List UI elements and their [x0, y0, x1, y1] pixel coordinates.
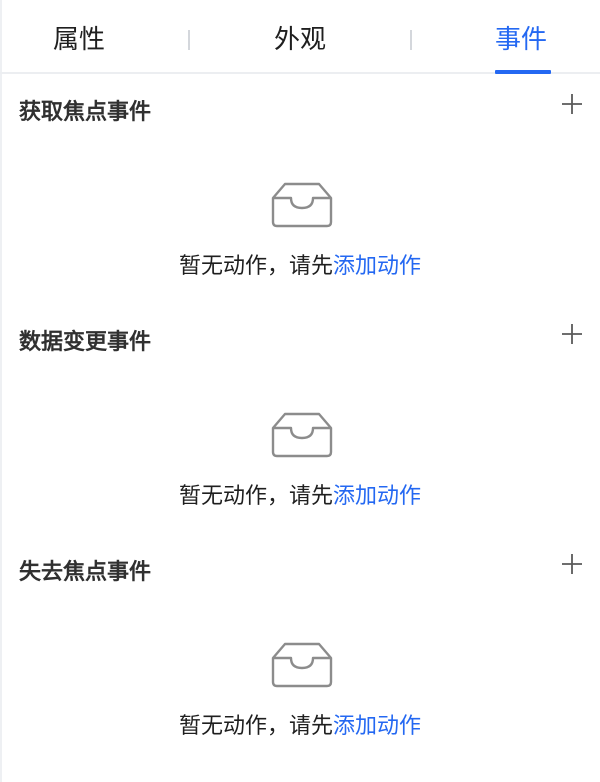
- tab-bar: 属性 外观 事件: [0, 0, 600, 74]
- add-action-button[interactable]: [560, 92, 584, 116]
- tab-divider: [410, 30, 412, 50]
- plus-icon: [562, 94, 582, 114]
- tab-properties[interactable]: 属性: [53, 0, 105, 74]
- add-action-link[interactable]: 添加动作: [333, 254, 421, 279]
- inbox-icon: [271, 182, 333, 228]
- empty-state-message: 暂无动作，请先添加动作: [0, 708, 600, 740]
- add-action-link[interactable]: 添加动作: [333, 714, 421, 739]
- add-action-button[interactable]: [560, 552, 584, 576]
- section-title: 失去焦点事件: [19, 560, 152, 585]
- plus-icon: [562, 554, 582, 574]
- add-action-button[interactable]: [560, 322, 584, 346]
- inbox-icon: [271, 412, 333, 458]
- empty-text: 暂无动作，请先: [178, 714, 333, 739]
- empty-text: 暂无动作，请先: [178, 484, 333, 509]
- empty-text: 暂无动作，请先: [178, 254, 333, 279]
- section-title: 获取焦点事件: [19, 100, 152, 125]
- active-tab-indicator: [495, 70, 551, 74]
- event-section-blur: 失去焦点事件 暂无动作，请先添加动作: [0, 536, 600, 766]
- event-config-panel: 属性 外观 事件 获取焦点事件 暂无动作，请先添加动作 数据变更事件 暂无动作，…: [0, 0, 600, 782]
- event-section-focus: 获取焦点事件 暂无动作，请先添加动作: [0, 76, 600, 306]
- tab-divider: [188, 30, 190, 50]
- empty-state-message: 暂无动作，请先添加动作: [0, 248, 600, 280]
- inbox-icon: [271, 642, 333, 688]
- event-section-change: 数据变更事件 暂无动作，请先添加动作: [0, 306, 600, 536]
- add-action-link[interactable]: 添加动作: [333, 484, 421, 509]
- empty-state-message: 暂无动作，请先添加动作: [0, 478, 600, 510]
- tab-events[interactable]: 事件: [495, 0, 547, 74]
- tab-appearance[interactable]: 外观: [274, 0, 326, 74]
- section-title: 数据变更事件: [19, 330, 152, 355]
- plus-icon: [562, 324, 582, 344]
